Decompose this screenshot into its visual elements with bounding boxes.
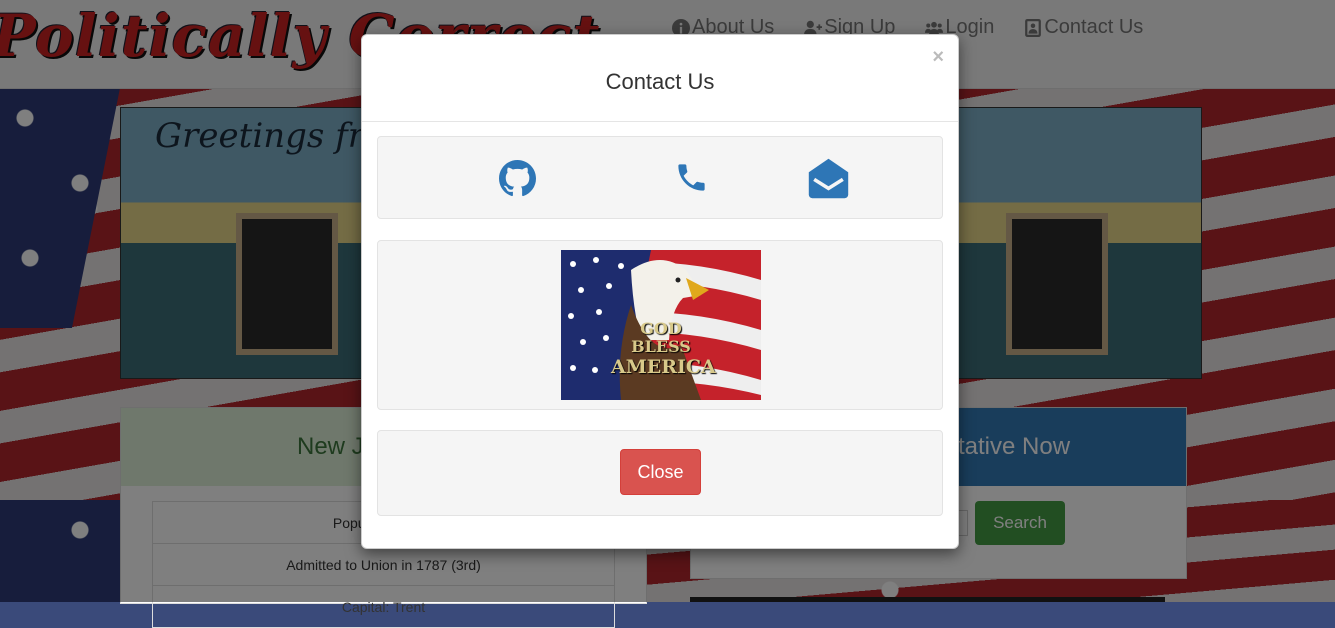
modal-title: Contact Us — [605, 69, 715, 94]
close-button[interactable]: Close — [620, 449, 701, 495]
contact-icons-well — [377, 136, 943, 219]
image-text-line: GOD BLESS — [631, 319, 691, 357]
github-icon[interactable] — [499, 160, 536, 202]
modal-header: Contact Us × — [362, 35, 958, 122]
image-caption: GOD BLESS AMERICA — [611, 319, 716, 379]
image-text-line: AMERICA — [611, 355, 716, 378]
god-bless-america-image: GOD BLESS AMERICA — [561, 250, 761, 400]
envelope-open-icon[interactable] — [807, 157, 850, 205]
close-icon[interactable]: × — [932, 47, 944, 67]
modal-footer-well: Close — [377, 430, 943, 516]
contact-modal: Contact Us × GOD BLESS AMERICA Close — [361, 34, 959, 549]
image-well: GOD BLESS AMERICA — [377, 240, 943, 410]
phone-icon[interactable] — [674, 160, 709, 200]
